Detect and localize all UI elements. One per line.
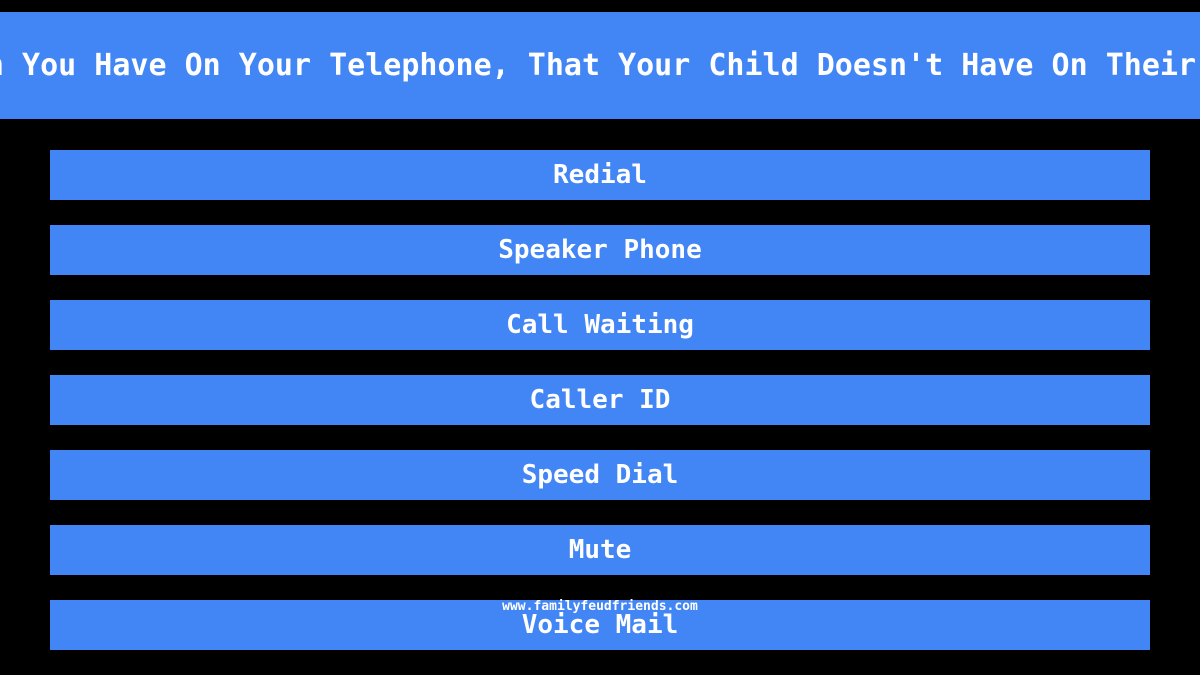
answer-label: Caller ID xyxy=(529,385,671,415)
answer-label: Mute xyxy=(568,535,632,565)
question-text: Name A Function You Have On Your Telepho… xyxy=(0,47,1200,83)
answer-row[interactable]: Redial xyxy=(50,150,1150,200)
answer-row[interactable]: Speaker Phone xyxy=(50,225,1150,275)
answer-row[interactable]: Call Waiting xyxy=(50,300,1150,350)
question-banner: Name A Function You Have On Your Telepho… xyxy=(0,12,1200,119)
answer-label: Speed Dial xyxy=(521,460,679,490)
answers-list: Redial Speaker Phone Call Waiting Caller… xyxy=(50,150,1150,675)
answer-label: Voice Mail xyxy=(521,610,679,640)
answer-row[interactable]: Speed Dial xyxy=(50,450,1150,500)
answer-label: Redial xyxy=(553,160,647,190)
answer-row[interactable]: Voice Mail xyxy=(50,600,1150,650)
answer-label: Speaker Phone xyxy=(498,235,702,265)
answer-row[interactable]: Caller ID xyxy=(50,375,1150,425)
answer-label: Call Waiting xyxy=(506,310,694,340)
answer-row[interactable]: Mute xyxy=(50,525,1150,575)
